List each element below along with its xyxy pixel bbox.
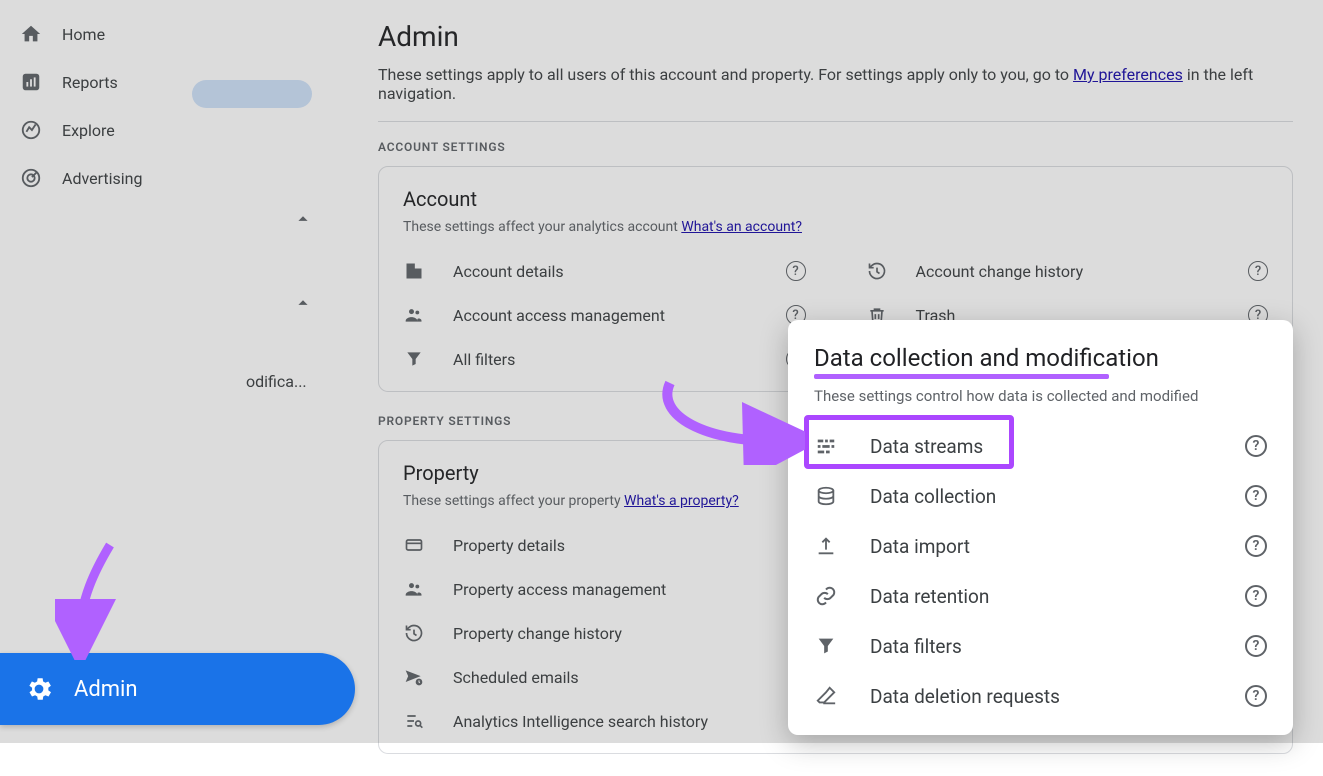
account-section-label: ACCOUNT SETTINGS	[378, 140, 1293, 154]
database-icon	[814, 484, 838, 508]
title-underline	[814, 374, 1109, 379]
account-access-row[interactable]: Account access management ?	[403, 293, 806, 337]
sidebar: Home Reports Explore Advertising	[0, 0, 252, 743]
card-icon	[403, 534, 425, 556]
account-history-row[interactable]: Account change history ?	[866, 249, 1269, 293]
whats-account-link[interactable]: What's an account?	[681, 219, 802, 235]
account-details-row[interactable]: Account details ?	[403, 249, 806, 293]
help-icon[interactable]: ?	[1248, 261, 1268, 281]
all-filters-row[interactable]: All filters ?	[403, 337, 806, 381]
nav-explore-label: Explore	[62, 121, 115, 140]
all-filters-label: All filters	[453, 350, 786, 369]
page-desc-prefix: These settings apply to all users of thi…	[378, 65, 1073, 84]
bar-chart-icon	[20, 71, 42, 93]
nav-admin[interactable]: Admin	[0, 653, 355, 725]
data-import-row[interactable]: Data import ?	[814, 521, 1267, 571]
page-description: These settings apply to all users of thi…	[378, 65, 1293, 103]
active-pill-bg	[192, 80, 312, 108]
account-card-desc: These settings affect your analytics acc…	[403, 219, 1268, 235]
data-collection-label: Data collection	[870, 485, 1245, 508]
nav-admin-label: Admin	[74, 677, 138, 702]
data-retention-label: Data retention	[870, 585, 1245, 608]
filter-icon	[403, 348, 425, 370]
nav-explore[interactable]: Explore	[0, 106, 252, 154]
building-icon	[403, 260, 425, 282]
secondary-panel: odifica...	[252, 0, 342, 743]
home-icon	[20, 23, 42, 45]
divider	[378, 121, 1293, 122]
data-streams-label: Data streams	[870, 435, 1245, 458]
filter-icon	[814, 634, 838, 658]
data-filters-label: Data filters	[870, 635, 1245, 658]
nav-home[interactable]: Home	[0, 10, 252, 58]
account-card-title: Account	[403, 187, 1268, 211]
data-collection-popover: Data collection and modification These s…	[788, 320, 1293, 735]
people-icon	[403, 578, 425, 600]
send-clock-icon	[403, 666, 425, 688]
popover-desc: These settings control how data is colle…	[814, 387, 1267, 405]
help-icon[interactable]: ?	[1245, 535, 1267, 557]
nav-home-label: Home	[62, 25, 105, 44]
explore-icon	[20, 119, 42, 141]
help-icon[interactable]: ?	[786, 261, 806, 281]
people-icon	[403, 304, 425, 326]
account-history-label: Account change history	[916, 262, 1249, 281]
history-icon	[866, 260, 888, 282]
chevron-up-icon[interactable]	[292, 208, 314, 230]
popover-title: Data collection and modification	[814, 344, 1267, 372]
upload-icon	[814, 534, 838, 558]
target-icon	[20, 167, 42, 189]
help-icon[interactable]: ?	[1245, 585, 1267, 607]
help-icon[interactable]: ?	[1245, 435, 1267, 457]
data-streams-row[interactable]: Data streams ?	[814, 421, 1267, 471]
nav-reports-label: Reports	[62, 73, 118, 92]
help-icon[interactable]: ?	[1245, 485, 1267, 507]
page-title: Admin	[378, 20, 1293, 53]
chevron-up-icon[interactable]	[292, 292, 314, 314]
streams-icon	[814, 434, 838, 458]
help-icon[interactable]: ?	[1245, 685, 1267, 707]
gear-icon	[24, 674, 54, 704]
data-deletion-label: Data deletion requests	[870, 685, 1245, 708]
truncated-text: odifica...	[246, 372, 307, 391]
my-preferences-link[interactable]: My preferences	[1073, 65, 1183, 84]
account-details-label: Account details	[453, 262, 786, 281]
eraser-icon	[814, 684, 838, 708]
help-icon[interactable]: ?	[1245, 635, 1267, 657]
data-collection-row[interactable]: Data collection ?	[814, 471, 1267, 521]
data-deletion-row[interactable]: Data deletion requests ?	[814, 671, 1267, 721]
link-icon	[814, 584, 838, 608]
property-desc-text: These settings affect your property	[403, 493, 624, 509]
data-import-label: Data import	[870, 535, 1245, 558]
data-retention-row[interactable]: Data retention ?	[814, 571, 1267, 621]
nav-advertising[interactable]: Advertising	[0, 154, 252, 202]
nav-advertising-label: Advertising	[62, 169, 143, 188]
whats-property-link[interactable]: What's a property?	[624, 493, 739, 509]
account-access-label: Account access management	[453, 306, 786, 325]
list-search-icon	[403, 710, 425, 732]
data-filters-row[interactable]: Data filters ?	[814, 621, 1267, 671]
history-icon	[403, 622, 425, 644]
account-desc-text: These settings affect your analytics acc…	[403, 219, 681, 235]
